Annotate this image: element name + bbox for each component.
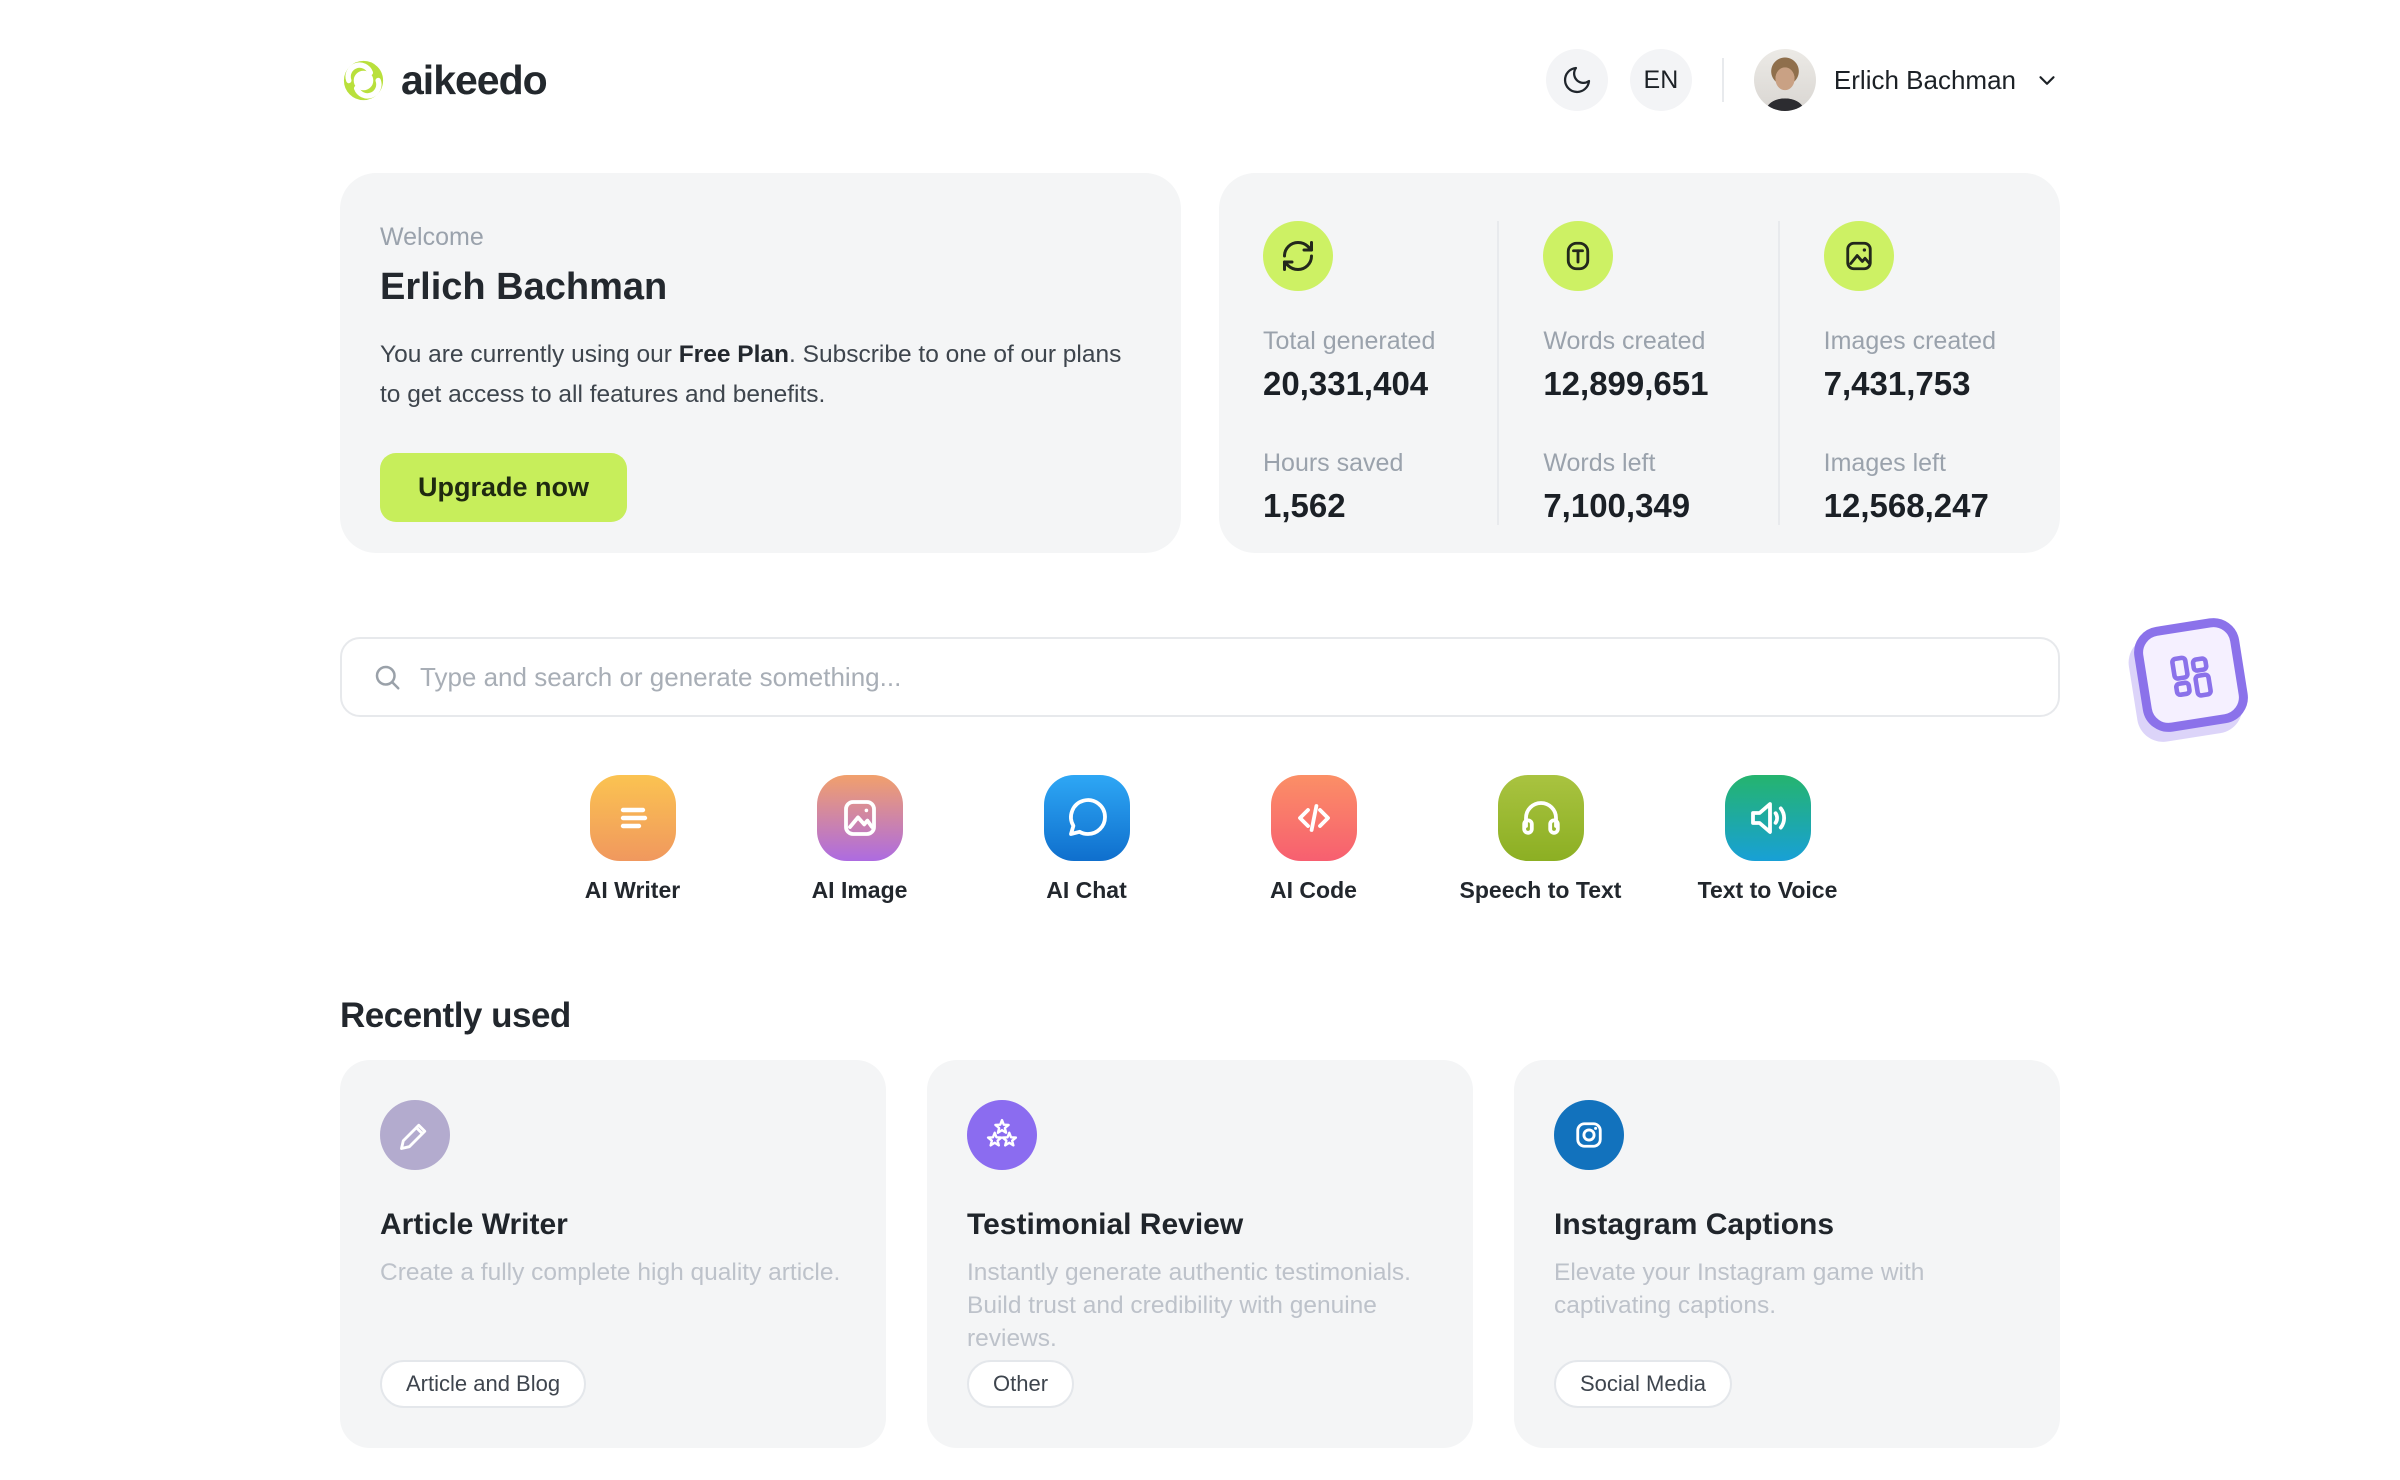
tool-label: AI Code bbox=[1270, 877, 1357, 903]
stat-column-words: Words created 12,899,651 Words left 7,10… bbox=[1499, 221, 1780, 525]
stat-label: Images created bbox=[1823, 327, 1996, 355]
chevron-down-icon bbox=[2034, 67, 2060, 93]
header-divider bbox=[1721, 58, 1724, 102]
refresh-icon bbox=[1263, 221, 1333, 291]
header: aikeedo EN Erlich Bachman bbox=[340, 0, 2060, 112]
text-icon bbox=[1543, 221, 1614, 291]
user-menu[interactable]: Erlich Bachman bbox=[1753, 49, 2060, 111]
recent-card-title: Testimonial Review bbox=[967, 1208, 1244, 1241]
tool-label: AI Writer bbox=[584, 877, 681, 903]
tool-ai-code[interactable]: AI Code bbox=[1200, 775, 1427, 904]
dark-mode-button[interactable] bbox=[1545, 49, 1608, 111]
tool-text-to-voice[interactable]: Text to Voice bbox=[1654, 775, 1881, 904]
tool-label: AI Chat bbox=[1046, 877, 1127, 903]
stat-value: 7,431,753 bbox=[1823, 365, 1971, 402]
upgrade-now-button[interactable]: Upgrade now bbox=[380, 453, 628, 522]
recent-card-instagram-captions[interactable]: Instagram Captions Elevate your Instagra… bbox=[1514, 1060, 2060, 1448]
stat-label: Images left bbox=[1823, 449, 1946, 477]
recent-card-title: Article Writer bbox=[380, 1208, 568, 1241]
brand-logo[interactable]: aikeedo bbox=[340, 56, 548, 104]
tool-label: AI Image bbox=[811, 877, 908, 903]
stat-column-images: Images created 7,431,753 Images left 12,… bbox=[1780, 221, 2060, 525]
speaker-icon bbox=[1724, 775, 1811, 861]
pencil-icon bbox=[380, 1100, 450, 1170]
stat-value: 12,899,651 bbox=[1543, 365, 1709, 402]
user-name: Erlich Bachman bbox=[1833, 64, 2016, 95]
recent-card-description: Instantly generate authentic testimonial… bbox=[967, 1259, 1411, 1352]
tool-label: Text to Voice bbox=[1697, 877, 1838, 903]
plan-name: Free Plan bbox=[678, 341, 790, 368]
headphones-icon bbox=[1497, 775, 1584, 861]
search-bar bbox=[340, 637, 2060, 717]
aikeedo-swirl-icon bbox=[340, 57, 387, 104]
recent-card-description: Create a fully complete high quality art… bbox=[380, 1259, 841, 1286]
recent-card-testimonial-review[interactable]: Testimonial Review Instantly generate au… bbox=[927, 1060, 1473, 1448]
apps-launcher-badge[interactable] bbox=[2130, 614, 2252, 736]
language-button[interactable]: EN bbox=[1629, 49, 1692, 111]
brand-name: aikeedo bbox=[401, 56, 548, 103]
stat-label: Words created bbox=[1543, 327, 1706, 355]
recent-card-article-writer[interactable]: Article Writer Create a fully complete h… bbox=[340, 1060, 886, 1448]
stat-value: 20,331,404 bbox=[1263, 365, 1429, 402]
stat-label: Total generated bbox=[1263, 327, 1436, 355]
search-input[interactable] bbox=[420, 661, 2028, 693]
stat-value: 7,100,349 bbox=[1543, 487, 1691, 524]
overview-row: Welcome Erlich Bachman You are currently… bbox=[340, 173, 2060, 553]
category-tag: Other bbox=[967, 1360, 1075, 1408]
search-icon bbox=[372, 662, 402, 692]
stat-value: 1,562 bbox=[1263, 487, 1346, 524]
tool-ai-writer[interactable]: AI Writer bbox=[519, 775, 746, 904]
writer-icon bbox=[589, 775, 676, 861]
avatar bbox=[1753, 49, 1816, 111]
recent-card-description: Elevate your Instagram game with captiva… bbox=[1554, 1259, 1925, 1319]
stat-label: Words left bbox=[1543, 449, 1656, 477]
dashboard-grid-icon bbox=[2158, 642, 2224, 708]
recently-used-row: Article Writer Create a fully complete h… bbox=[340, 1060, 2060, 1448]
stat-value: 12,568,247 bbox=[1823, 487, 1989, 524]
tool-label: Speech to Text bbox=[1459, 877, 1622, 903]
plan-message: You are currently using our Free Plan. S… bbox=[380, 335, 1141, 415]
tools-row: AI Writer AI Image AI Chat AI Code Speec… bbox=[340, 775, 2060, 904]
stat-column-generated: Total generated 20,331,404 Hours saved 1… bbox=[1219, 221, 1500, 525]
welcome-user-name: Erlich Bachman bbox=[380, 266, 668, 308]
welcome-card: Welcome Erlich Bachman You are currently… bbox=[340, 173, 1181, 553]
usage-stats-card: Total generated 20,331,404 Hours saved 1… bbox=[1219, 173, 2060, 553]
welcome-label: Welcome bbox=[380, 223, 484, 251]
category-tag: Social Media bbox=[1554, 1360, 1732, 1408]
stat-label: Hours saved bbox=[1263, 449, 1404, 477]
recent-card-title: Instagram Captions bbox=[1554, 1208, 1835, 1241]
instagram-icon bbox=[1554, 1100, 1624, 1170]
plan-message-pre: You are currently using our bbox=[380, 341, 679, 368]
tool-speech-to-text[interactable]: Speech to Text bbox=[1427, 775, 1654, 904]
tool-ai-image[interactable]: AI Image bbox=[746, 775, 973, 904]
recently-used-heading: Recently used bbox=[340, 996, 571, 1035]
image-icon bbox=[1823, 221, 1894, 291]
image-icon bbox=[816, 775, 903, 861]
category-tag: Article and Blog bbox=[380, 1360, 587, 1408]
header-actions: EN Erlich Bachman bbox=[1545, 49, 2060, 111]
moon-icon bbox=[1561, 64, 1593, 96]
code-icon bbox=[1270, 775, 1357, 861]
chat-icon bbox=[1043, 775, 1130, 861]
stars-icon bbox=[967, 1100, 1037, 1170]
tool-ai-chat[interactable]: AI Chat bbox=[973, 775, 1200, 904]
